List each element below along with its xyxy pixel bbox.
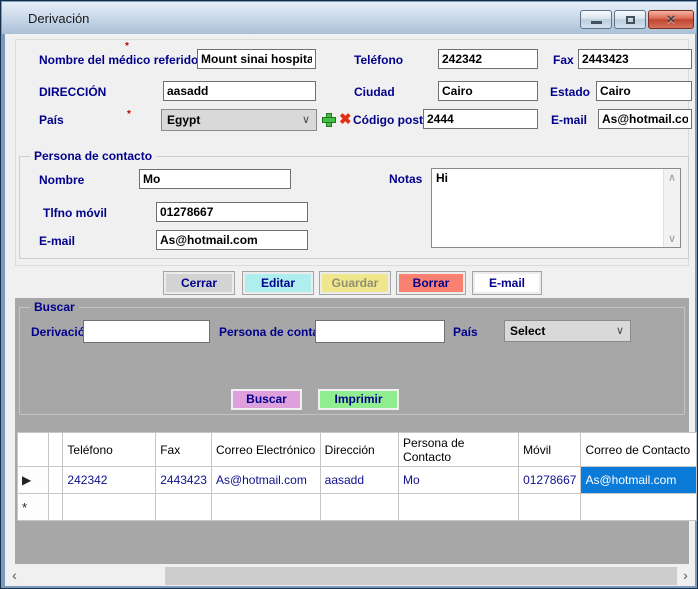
maximize-button[interactable] [614,10,646,29]
estado-input[interactable] [596,81,692,101]
grid-header-correo-electronico[interactable]: Correo Electrónico [211,433,320,467]
scroll-down-icon[interactable]: ∨ [664,232,680,245]
grid-cell[interactable] [156,494,212,521]
search-pais-label: País [453,325,478,339]
row-marker-current[interactable]: ▶ [18,467,49,494]
grid-header-row: Teléfono Fax Correo Electrónico Direcció… [18,433,697,467]
grid-header-rowselector[interactable] [18,433,49,467]
grid-header-direccion[interactable]: Dirección [320,433,398,467]
grid-header-correo-contacto[interactable]: Correo de Contacto [581,433,697,467]
fax-label: Fax [553,53,574,67]
contact-email-input[interactable] [156,230,308,250]
search-groupbox-legend: Buscar [30,300,79,314]
scroll-up-icon[interactable]: ∧ [664,171,680,184]
notas-label: Notas [389,172,422,186]
direccion-input[interactable] [163,81,316,101]
grid-cell-correo-contacto-selected[interactable]: As@hotmail.com [581,467,697,494]
pais-label: País [39,113,64,127]
grid-cell-correo-electronico[interactable]: As@hotmail.com [211,467,320,494]
imprimir-button[interactable]: Imprimir [318,389,399,410]
referred-name-label: Nombre del médico referido [39,53,198,67]
contact-nombre-label: Nombre [39,173,84,187]
grid-header-movil[interactable]: Móvil [519,433,581,467]
search-derivacion-input[interactable] [83,320,210,343]
referred-name-input[interactable] [197,49,316,69]
chevron-down-icon: ∨ [302,110,310,130]
results-grid: Teléfono Fax Correo Electrónico Direcció… [17,432,697,521]
grid-cell[interactable] [519,494,581,521]
scroll-right-icon[interactable]: › [676,567,695,585]
close-icon: × [649,11,693,29]
horizontal-scrollbar[interactable]: ‹ › [5,567,695,585]
minimize-icon [591,21,602,24]
grid-cell-telefono[interactable]: 242342 [63,467,156,494]
grid-row-1[interactable]: ▶ 242342 2443423 As@hotmail.com aasadd M… [18,467,697,494]
close-button[interactable]: × [648,10,694,29]
cerrar-button[interactable]: Cerrar [164,272,234,294]
grid-cell[interactable] [63,494,156,521]
buscar-button[interactable]: Buscar [231,389,302,410]
grid-row-new[interactable]: * [18,494,697,521]
notas-value: Hi [436,171,448,185]
row-marker-new[interactable]: * [18,494,49,521]
notas-textarea[interactable]: Hi ∧ ∨ [431,168,681,248]
grid-cell[interactable] [320,494,398,521]
grid-header-persona-contacto[interactable]: Persona de Contacto [399,433,519,467]
search-persona-input[interactable] [315,320,445,343]
search-pais-combobox[interactable]: Select ∨ [504,320,631,342]
add-country-icon[interactable] [321,112,337,128]
contact-email-label: E-mail [39,234,75,248]
pais-combobox[interactable]: Egypt ∨ [161,109,317,131]
grid-cell[interactable] [581,494,697,521]
grid-cell[interactable] [48,467,63,494]
grid-cell[interactable] [211,494,320,521]
guardar-button[interactable]: Guardar [320,272,390,294]
plus-horizontal-bar [322,117,336,123]
estado-label: Estado [550,85,590,99]
grid-cell[interactable] [48,494,63,521]
delete-country-icon[interactable]: ✖ [339,112,352,128]
maximize-icon [626,16,635,24]
chevron-down-icon: ∨ [616,321,624,341]
email-button[interactable]: E-mail [473,272,541,294]
window-title: Derivación [28,11,89,26]
borrar-button[interactable]: Borrar [397,272,465,294]
contact-groupbox-legend: Persona de contacto [30,149,156,163]
fax-input[interactable] [578,49,692,69]
ciudad-label: Ciudad [354,85,395,99]
codigo-postal-input[interactable] [423,109,538,129]
titlebar[interactable]: Derivación × [2,2,696,34]
direccion-label: DIRECCIÓN [39,85,106,99]
scroll-left-icon[interactable]: ‹ [5,567,24,585]
editar-button[interactable]: Editar [243,272,313,294]
grid-header-fax[interactable]: Fax [156,433,212,467]
movil-label: Tlfno móvil [43,206,107,220]
contact-nombre-input[interactable] [139,169,291,189]
grid-header-blank[interactable] [48,433,63,467]
email-label: E-mail [551,113,587,127]
grid-cell-movil[interactable]: 01278667 [519,467,581,494]
notas-scrollbar[interactable]: ∧ ∨ [663,169,680,247]
email-input[interactable] [598,109,692,129]
search-pais-value: Select [510,324,545,338]
ciudad-input[interactable] [438,81,538,101]
pais-value: Egypt [167,113,200,127]
grid-cell[interactable] [399,494,519,521]
telefono-label: Teléfono [354,53,403,67]
movil-input[interactable] [156,202,308,222]
grid-cell-persona[interactable]: Mo [399,467,519,494]
grid-header-telefono[interactable]: Teléfono [63,433,156,467]
required-marker-pais: * [127,109,131,120]
window-frame: Derivación × * Nombre del médico referid… [0,0,698,589]
minimize-button[interactable] [580,10,612,29]
telefono-input[interactable] [438,49,538,69]
grid-cell-fax[interactable]: 2443423 [156,467,212,494]
grid-cell-direccion[interactable]: aasadd [320,467,398,494]
scrollbar-thumb[interactable] [165,567,677,585]
required-marker-referred: * [125,41,129,52]
